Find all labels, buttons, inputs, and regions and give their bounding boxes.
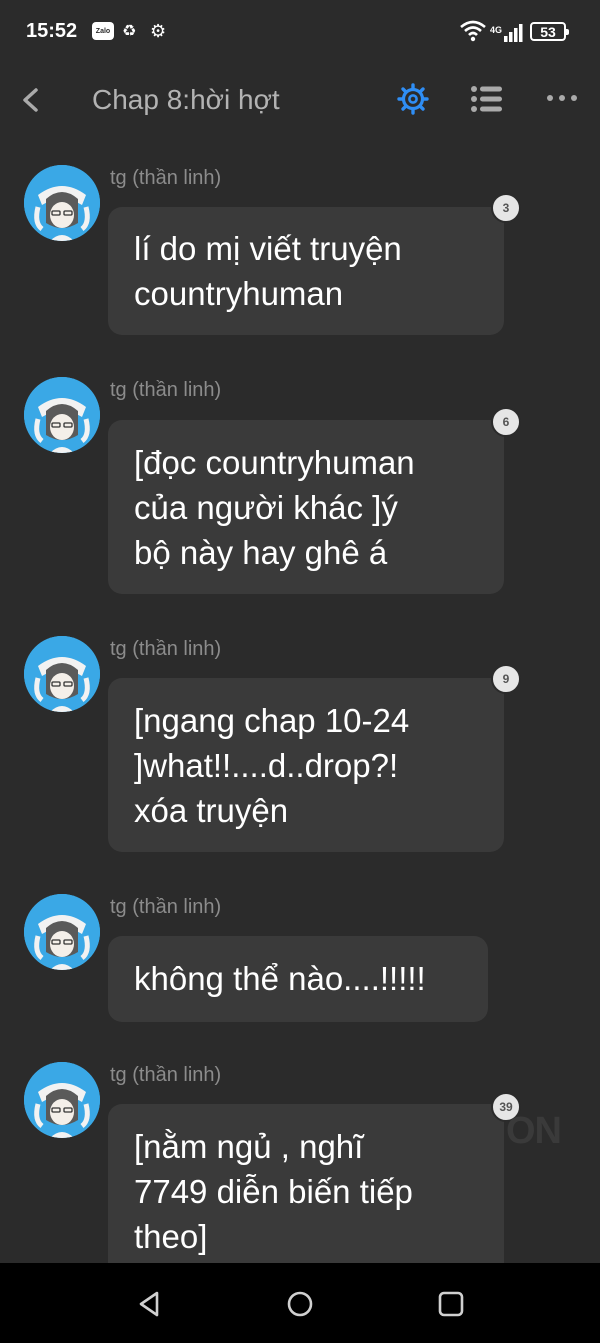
avatar[interactable] xyxy=(24,1062,100,1138)
list-icon[interactable] xyxy=(470,84,504,114)
comment-count-badge[interactable]: 6 xyxy=(491,407,521,437)
gear-icon[interactable] xyxy=(396,82,430,116)
signal-icon xyxy=(504,24,523,42)
back-triangle-icon[interactable] xyxy=(135,1289,165,1319)
avatar-illustration-icon xyxy=(24,377,100,453)
settings-icon: ⚙ xyxy=(150,20,167,41)
more-icon[interactable] xyxy=(544,88,580,108)
avatar[interactable] xyxy=(24,894,100,970)
avatar[interactable] xyxy=(24,165,100,241)
message-text: không thể nào....!!!!! xyxy=(134,960,426,997)
recents-square-icon[interactable] xyxy=(436,1289,466,1319)
message-text: [nằm ngủ , nghĩ 7749 diễn biến tiếp theo… xyxy=(134,1128,413,1255)
avatar[interactable] xyxy=(24,636,100,712)
battery-icon: 53 xyxy=(530,22,569,41)
avatar-illustration-icon xyxy=(24,636,100,712)
message-bubble[interactable]: lí do mị viết truyện countryhuman xyxy=(108,207,504,335)
watermark-text: ON xyxy=(506,1110,562,1152)
screen: 15:52 Zalo ♻ ⚙ 4G 53 Chap 8:hời hợt tg (… xyxy=(0,0,600,1343)
home-circle-icon[interactable] xyxy=(285,1289,315,1319)
avatar-illustration-icon xyxy=(24,894,100,970)
sender-name: tg (thần linh) xyxy=(110,638,222,660)
comment-count-badge[interactable]: 3 xyxy=(491,193,521,223)
message-bubble[interactable]: [ngang chap 10-24 ]what!!....d..drop?! x… xyxy=(108,678,504,852)
sender-name: tg (thần linh) xyxy=(110,379,222,401)
sender-name: tg (thần linh) xyxy=(110,1064,222,1086)
sender-name: tg (thần linh) xyxy=(110,167,222,189)
sender-name: tg (thần linh) xyxy=(110,896,222,918)
wifi-icon xyxy=(460,20,486,42)
message-text: lí do mị viết truyện countryhuman xyxy=(134,230,402,312)
avatar[interactable] xyxy=(24,377,100,453)
message-bubble[interactable]: [đọc countryhuman của người khác ]ý bộ n… xyxy=(108,420,504,594)
status-time: 15:52 xyxy=(26,20,78,42)
app-bar: Chap 8:hời hợt xyxy=(0,62,600,138)
avatar-illustration-icon xyxy=(24,165,100,241)
chapter-title: Chap 8:hời hợt xyxy=(92,84,280,115)
navigation-bar xyxy=(0,1263,600,1343)
avatar-illustration-icon xyxy=(24,1062,100,1138)
message-bubble[interactable]: không thể nào....!!!!! xyxy=(108,936,488,1022)
recycle-icon: ♻ xyxy=(122,23,137,40)
message-text: [ngang chap 10-24 ]what!!....d..drop?! x… xyxy=(134,702,410,829)
message-text: [đọc countryhuman của người khác ]ý bộ n… xyxy=(134,444,415,571)
comment-count-badge[interactable]: 9 xyxy=(491,664,521,694)
back-icon[interactable] xyxy=(16,82,46,118)
zalo-icon: Zalo xyxy=(92,22,114,40)
status-bar: 15:52 Zalo ♻ ⚙ 4G 53 xyxy=(0,0,600,62)
network-type: 4G xyxy=(490,25,503,35)
